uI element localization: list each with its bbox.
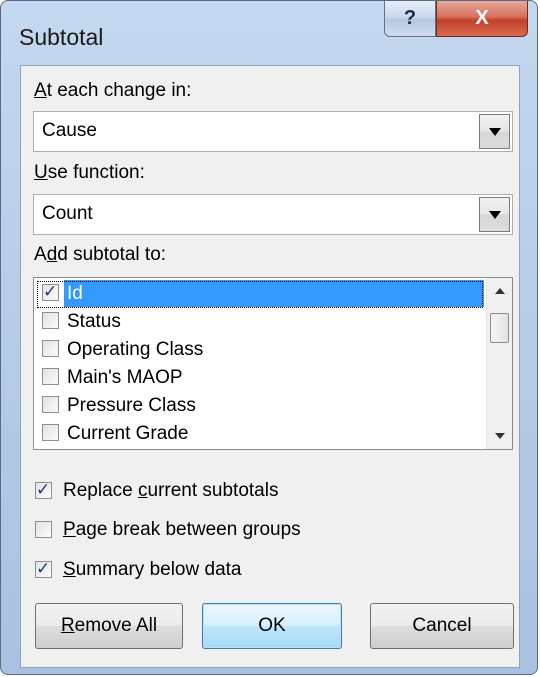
page-break-label: Page break between groups: [63, 519, 301, 540]
page-break-checkbox[interactable]: [35, 521, 52, 538]
replace-current-subtotals-label: Replace current subtotals: [63, 480, 279, 501]
help-button[interactable]: ?: [384, 1, 436, 37]
chevron-down-icon: [488, 210, 501, 219]
check-icon: ✓: [36, 559, 51, 578]
check-icon: ✓: [43, 282, 58, 301]
list-item[interactable]: Current Grade: [36, 420, 484, 447]
list-item[interactable]: Pressure Class: [36, 392, 484, 419]
group-by-select[interactable]: Cause: [33, 111, 513, 152]
scroll-thumb[interactable]: [490, 313, 509, 343]
close-icon: X: [475, 7, 489, 29]
function-label: Use function:: [34, 162, 145, 183]
function-value: Count: [42, 203, 93, 224]
group-by-value: Cause: [42, 120, 97, 141]
list-item-checkbox[interactable]: [42, 312, 59, 329]
list-item[interactable]: Main's MAOP: [36, 364, 484, 391]
summary-below-data-label: Summary below data: [63, 559, 242, 580]
ok-button[interactable]: OK: [202, 603, 342, 649]
list-item-label: Main's MAOP: [67, 367, 183, 388]
list-item-checkbox[interactable]: [42, 368, 59, 385]
list-item-label: Pressure Class: [67, 395, 196, 416]
arrow-down-icon: [494, 433, 505, 439]
subtotal-to-label: Add subtotal to:: [34, 244, 167, 265]
summary-below-data-checkbox[interactable]: ✓: [35, 559, 52, 578]
list-item-label: Current Grade: [67, 423, 189, 444]
replace-current-subtotals-checkbox[interactable]: ✓: [35, 480, 52, 499]
list-item-checkbox[interactable]: ✓: [42, 282, 59, 301]
function-select[interactable]: Count: [33, 194, 513, 235]
list-item-label: Status: [67, 311, 121, 332]
list-item[interactable]: Status: [36, 308, 484, 335]
chevron-down-icon: [488, 127, 501, 136]
dialog-title: Subtotal: [19, 24, 104, 50]
list-item-label: Id: [64, 280, 484, 307]
group-by-label: At each change in:: [34, 80, 192, 101]
function-dropdown-button[interactable]: [479, 197, 510, 232]
list-scrollbar[interactable]: [486, 278, 512, 449]
close-button[interactable]: X: [436, 1, 528, 37]
scroll-up-button[interactable]: [487, 278, 512, 304]
list-item-checkbox[interactable]: [42, 424, 59, 441]
dialog-body: At each change in: Cause Use function: C…: [20, 65, 520, 668]
help-icon: ?: [403, 7, 417, 29]
list-item-checkbox[interactable]: [42, 396, 59, 413]
remove-all-button[interactable]: Remove All: [35, 603, 183, 649]
list-item-label: Operating Class: [67, 339, 204, 360]
subtotal-columns-list[interactable]: ✓ Id Status Operating Class Main's MAOP …: [33, 277, 513, 450]
arrow-up-icon: [494, 288, 505, 294]
list-item[interactable]: Operating Class: [36, 336, 484, 363]
subtotal-dialog: Subtotal ? X At each change in: Cause Us…: [0, 0, 538, 675]
list-item-checkbox[interactable]: [42, 340, 59, 357]
group-by-dropdown-button[interactable]: [479, 114, 510, 149]
check-icon: ✓: [36, 480, 51, 499]
list-item[interactable]: ✓ Id: [36, 280, 484, 308]
scroll-down-button[interactable]: [487, 423, 512, 449]
cancel-button[interactable]: Cancel: [370, 603, 514, 649]
